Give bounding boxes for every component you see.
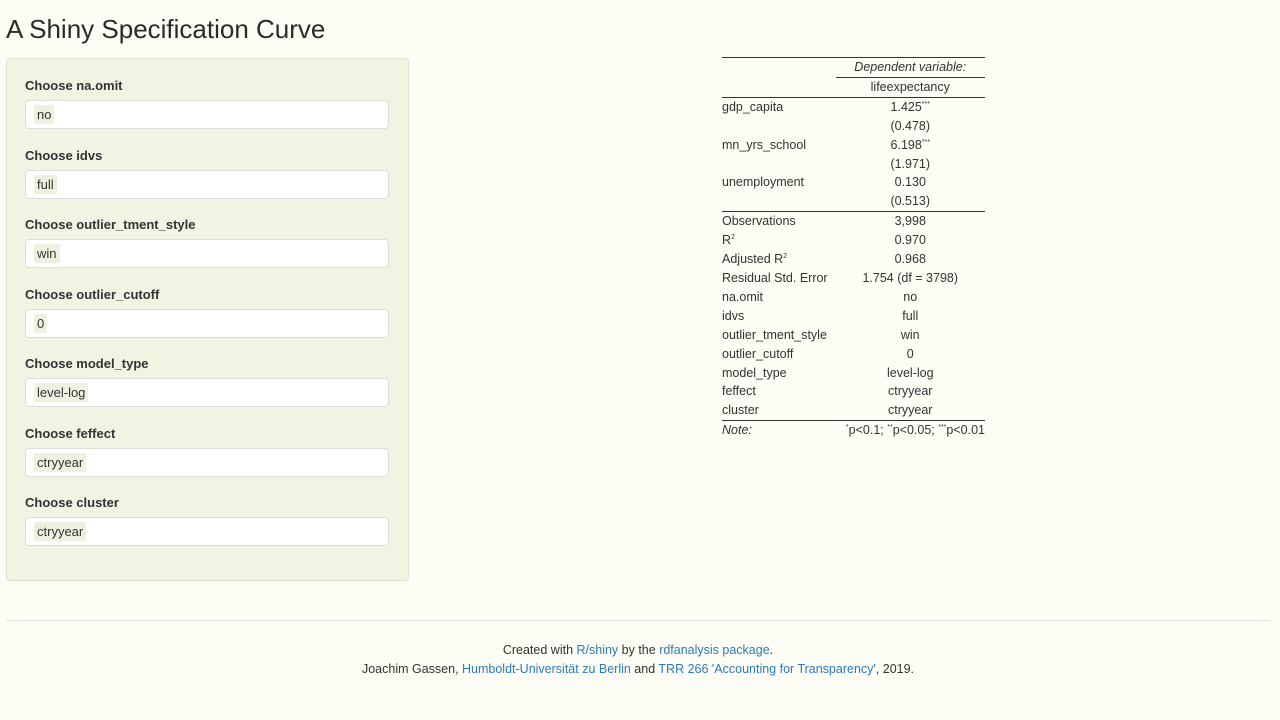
coef-row: gdp_capita 1.425*** <box>722 97 985 116</box>
stat-name: outlier_cutoff <box>722 346 794 361</box>
footer-text: . <box>769 643 774 657</box>
stat-name: Adjusted R <box>722 252 784 267</box>
footer-text: by the <box>618 643 660 657</box>
stat-value: level-log <box>886 365 934 380</box>
stat-row: idvs full <box>722 307 985 326</box>
select-input[interactable]: level-log <box>25 378 389 407</box>
page-title: A Shiny Specification Curve <box>6 14 326 44</box>
stat-value: 0.968 <box>894 252 926 267</box>
stat-row: R2 0.970 <box>722 231 985 250</box>
select-input[interactable]: no <box>25 100 389 129</box>
stat-row: na.omit no <box>722 288 985 307</box>
select-input[interactable]: ctryyear <box>25 517 389 546</box>
footer-text: Created with <box>502 643 577 657</box>
stat-value: 0 <box>906 346 914 361</box>
coef-estimate: 1.425 <box>890 99 922 114</box>
coef-estimate: 6.198 <box>890 137 922 152</box>
stat-name: outlier_tment_style <box>722 327 827 342</box>
selected-item: ctryyear <box>34 452 87 472</box>
selected-item: win <box>34 244 60 263</box>
regression-table: Dependent variable: lifeexpectancy gdp_c… <box>722 57 985 440</box>
input-group: Choose feffect ctryyear <box>25 426 389 477</box>
input-label: Choose cluster <box>25 495 119 510</box>
coef-stars: *** <box>921 100 930 108</box>
stat-value: 1.754 (df = 3798) <box>862 270 959 285</box>
stat-name: R <box>722 233 732 248</box>
stat-sup: 2 <box>783 252 788 260</box>
note-label: Note: <box>722 423 752 438</box>
stat-value: full <box>902 308 919 323</box>
stat-value: 0.970 <box>894 233 926 248</box>
stat-row: feffect ctryyear <box>722 382 985 401</box>
coef-name: unemployment <box>722 175 804 190</box>
input-group: Choose outlier_tment_style win <box>25 217 389 268</box>
select-input[interactable]: 0 <box>25 308 389 338</box>
select-input[interactable]: win <box>25 239 389 268</box>
footer-text: and <box>630 662 659 676</box>
footer-text: , 2019. <box>875 662 915 676</box>
stat-name: na.omit <box>722 289 763 304</box>
stat-row: model_type level-log <box>722 364 985 383</box>
coef-estimate: 0.130 <box>894 175 926 190</box>
input-label: Choose na.omit <box>25 78 123 93</box>
coef-se: (0.478) <box>890 118 931 133</box>
selected-item: no <box>34 105 55 124</box>
dep-var-name: lifeexpectancy <box>835 77 985 98</box>
stat-row: outlier_tment_style win <box>722 326 985 345</box>
stat-row: outlier_cutoff 0 <box>722 345 985 364</box>
stat-value: no <box>903 289 918 304</box>
se-row: (1.971) <box>722 155 985 174</box>
stat-name: Residual Std. Error <box>722 270 828 285</box>
input-group: Choose idvs full <box>25 148 389 199</box>
coef-row: mn_yrs_school 6.198*** <box>722 136 985 155</box>
input-group: Choose na.omit no <box>25 78 389 129</box>
stat-name: idvs <box>722 308 745 323</box>
input-label: Choose model_type <box>25 356 149 371</box>
selected-item: ctryyear <box>34 522 87 541</box>
trr266-link[interactable]: TRR 266 'Accounting for Transparency' <box>658 662 875 676</box>
selected-item: level-log <box>34 383 89 402</box>
coef-se: (1.971) <box>890 156 931 171</box>
input-label: Choose outlier_cutoff <box>25 286 160 302</box>
stat-name: Observations <box>722 214 796 229</box>
stat-value: win <box>900 327 920 342</box>
sidebar-panel: Choose na.omit no Choose idvs full Choose … <box>6 58 409 581</box>
hu-berlin-link[interactable]: Humboldt-Universität zu Berlin <box>462 662 631 676</box>
select-input[interactable]: ctryyear <box>25 447 389 477</box>
input-label: Choose outlier_tment_style <box>25 217 196 232</box>
note-text: *p<0.1; **p<0.05; ***p<0.01 <box>845 423 985 438</box>
input-group: Choose cluster ctryyear <box>25 495 389 546</box>
se-row: (0.478) <box>722 117 985 136</box>
input-label: Choose idvs <box>25 147 103 163</box>
stat-row: Adjusted R2 0.968 <box>722 250 985 269</box>
coef-name: mn_yrs_school <box>722 137 807 152</box>
coef-row: unemployment 0.130 <box>722 173 985 192</box>
se-row: (0.513) <box>722 192 985 213</box>
stat-value: ctryyear <box>835 401 985 422</box>
input-label: Choose feffect <box>25 425 116 441</box>
stat-sup: 2 <box>731 234 735 241</box>
selected-item: 0 <box>34 313 48 333</box>
note-row: Note: *p<0.1; **p<0.05; ***p<0.01 <box>722 421 985 440</box>
stat-name: feffect <box>722 384 756 399</box>
stat-value: ctryyear <box>888 384 933 399</box>
stat-name: cluster <box>722 403 759 418</box>
select-input[interactable]: full <box>25 169 389 199</box>
footer-text: Joachim Gassen, <box>361 662 463 676</box>
selected-item: full <box>34 174 57 194</box>
stat-row: cluster ctryyear <box>722 401 985 422</box>
stat-value: 3,998 <box>894 214 926 229</box>
stat-name: model_type <box>722 365 787 380</box>
footer: Created with R/shiny by the rdfanalysis … <box>6 620 1270 679</box>
stat-row: Observations 3,998 <box>722 212 985 231</box>
stat-row: Residual Std. Error 1.754 (df = 3798) <box>722 269 985 288</box>
dep-var-header: Dependent variable: <box>835 57 985 78</box>
coef-se: (0.513) <box>835 192 985 213</box>
coef-name: gdp_capita <box>722 99 784 114</box>
input-group: Choose model_type level-log <box>25 356 389 407</box>
rshiny-link[interactable]: R/shiny <box>577 643 619 657</box>
rdfanalysis-link[interactable]: rdfanalysis package <box>659 643 769 657</box>
coef-stars: *** <box>921 138 930 146</box>
input-group: Choose outlier_cutoff 0 <box>25 287 389 338</box>
